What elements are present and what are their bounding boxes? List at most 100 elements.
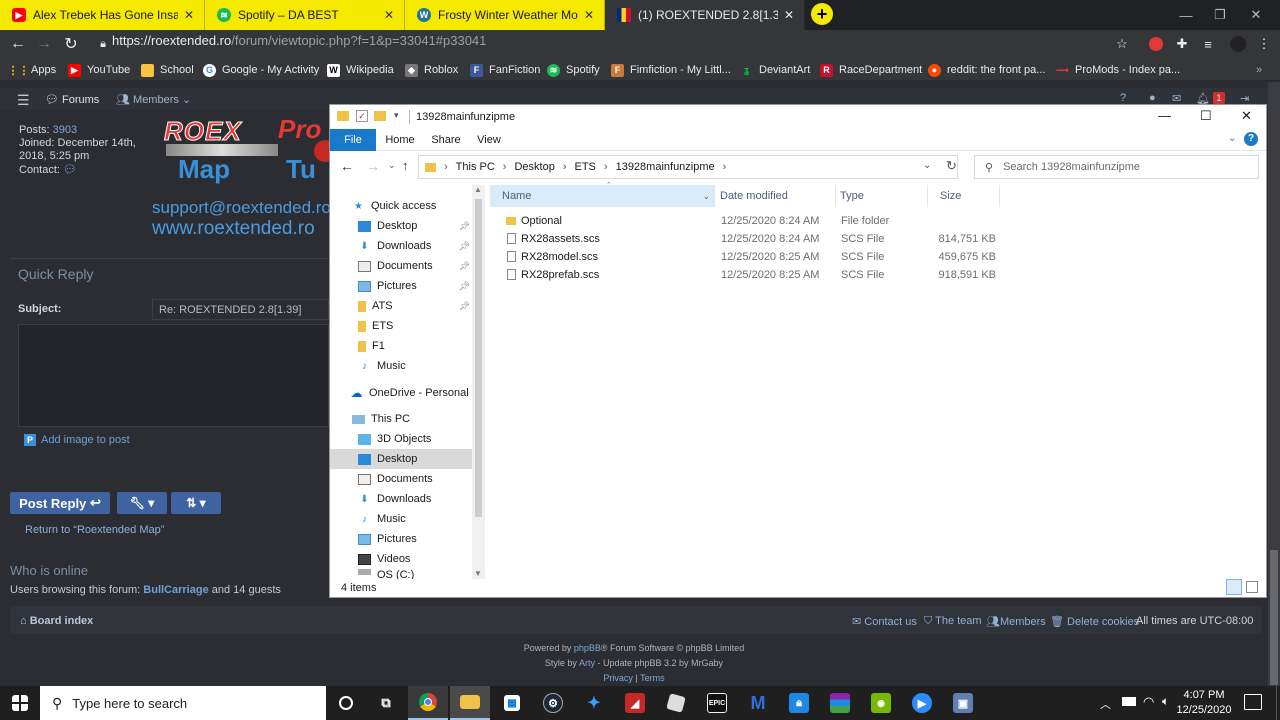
forums-nav[interactable]: 💬︎ Forums	[45, 93, 99, 106]
help-icon[interactable]: ?	[1244, 132, 1258, 146]
profile-avatar[interactable]	[1228, 34, 1248, 54]
bookmark-youtube[interactable]: ▶ YouTube	[68, 62, 130, 78]
nav-music[interactable]: ♪ Music	[330, 509, 472, 529]
browser-tab-youtube[interactable]: ▶ Alex Trebek Has Gone Insane: Tre ✕	[0, 0, 205, 30]
post-reply-button[interactable]: Post Reply ↩	[10, 492, 110, 514]
board-index-link[interactable]: ⌂ Board index	[20, 615, 93, 627]
taskbar-locker[interactable]: 🔒︎	[779, 686, 819, 720]
bookmark-google[interactable]: G Google - My Activity	[203, 62, 319, 78]
extensions-puzzle-icon[interactable]: ✚	[1172, 34, 1192, 54]
bookmark-school[interactable]: School	[141, 62, 194, 78]
bookmark-deviantart[interactable]: ʓ DeviantArt	[740, 62, 810, 78]
taskbar-chrome[interactable]	[408, 686, 448, 720]
nav-ets[interactable]: ETS	[330, 316, 472, 336]
nav-onedrive[interactable]: ☁ OneDrive - Personal	[330, 383, 472, 403]
column-header-date[interactable]: Date modified	[708, 185, 836, 207]
nav-downloads[interactable]: ⬇ Downloads	[330, 489, 472, 509]
delete-cookies-link[interactable]: 🗑︎ Delete cookies	[1050, 615, 1139, 628]
footer-members-link[interactable]: 👥︎Members	[986, 615, 1046, 628]
members-nav[interactable]: 👥︎ Members ⌄	[116, 93, 191, 106]
nav-videos[interactable]: Videos	[330, 549, 472, 569]
volume-icon[interactable]: 🔈︎	[1162, 694, 1169, 709]
start-button[interactable]	[0, 686, 40, 720]
ribbon-tab-view[interactable]: View	[470, 129, 508, 151]
nav-desktop-selected[interactable]: Desktop	[330, 449, 472, 469]
taskbar-zoom[interactable]: ▶	[902, 686, 942, 720]
nav-downloads-pinned[interactable]: ⬇ Downloads 📌︎	[330, 236, 472, 256]
nav-pane-scrollbar[interactable]: ▲ ▼	[472, 185, 485, 579]
new-folder-icon[interactable]	[374, 111, 386, 121]
arty-link[interactable]: Arty	[579, 658, 595, 668]
taskbar-roblox[interactable]	[656, 686, 696, 720]
contact-us-link[interactable]: ✉ Contact us	[852, 615, 917, 628]
nav-pictures[interactable]: Pictures	[330, 529, 472, 549]
close-icon[interactable]: ✕	[1241, 108, 1252, 124]
lock-icon[interactable]: 🔒︎	[92, 33, 114, 55]
bookmark-spotify[interactable]: ≋ Spotify	[547, 62, 600, 78]
column-header-name[interactable]: Name ⌄	[490, 185, 715, 207]
recent-locations-chevron-icon[interactable]: ⌄	[388, 160, 396, 171]
reload-icon[interactable]: ↻	[60, 33, 82, 55]
taskbar-app-monitor[interactable]: ▣	[943, 686, 983, 720]
nav-pictures-pinned[interactable]: Pictures 📌︎	[330, 276, 472, 296]
ribbon-tab-file[interactable]: File	[330, 129, 376, 151]
nav-f1[interactable]: F1	[330, 336, 472, 356]
bookmark-roblox[interactable]: ◆ Roblox	[405, 62, 458, 78]
minimize-icon[interactable]: —	[1170, 0, 1202, 30]
nav-this-pc[interactable]: This PC	[330, 409, 472, 429]
refresh-icon[interactable]: ↻	[946, 158, 957, 174]
taskbar-app-red[interactable]: ◢	[615, 686, 655, 720]
explorer-search-input[interactable]: ⚲ Search 13928mainfunzipme	[974, 155, 1259, 179]
file-row[interactable]: RX28assets.scs 12/25/2020 8:24 AM SCS Fi…	[490, 231, 1010, 249]
close-icon[interactable]: ✕	[184, 8, 194, 22]
browser-tab-roextended[interactable]: (1) ROEXTENDED 2.8[1.39] - Page ✕	[605, 0, 805, 30]
battery-icon[interactable]	[1122, 697, 1136, 706]
up-arrow-icon[interactable]: ↑	[402, 158, 409, 173]
bookmark-fanfiction[interactable]: F FanFiction	[470, 62, 540, 78]
column-header-type[interactable]: Type	[828, 185, 928, 207]
show-desktop-button[interactable]	[1276, 686, 1280, 720]
close-icon[interactable]: ✕	[784, 8, 794, 22]
tools-dropdown-button[interactable]: 🔧︎ ▾	[117, 492, 167, 514]
customize-toolbar-chevron-icon[interactable]: ▾	[394, 110, 399, 121]
help-icon[interactable]: ?	[1120, 92, 1126, 104]
address-history-chevron-icon[interactable]: ⌄	[923, 160, 931, 171]
hamburger-icon[interactable]: ☰	[17, 92, 30, 109]
file-row[interactable]: RX28model.scs 12/25/2020 8:25 AM SCS Fil…	[490, 249, 1010, 267]
media-queue-icon[interactable]: ≡	[1198, 34, 1218, 54]
scroll-down-icon[interactable]: ▼	[474, 569, 482, 578]
contact-bubble-icon[interactable]: 💬︎	[63, 164, 77, 176]
back-icon[interactable]: ←	[340, 158, 354, 174]
phpbb-link[interactable]: phpBB	[574, 643, 601, 653]
privacy-link[interactable]: Privacy	[603, 673, 633, 683]
file-row[interactable]: RX28prefab.scs 12/25/2020 8:25 AM SCS Fi…	[490, 267, 1010, 285]
tray-chevron-up-icon[interactable]: ︿	[1100, 696, 1111, 712]
wifi-icon[interactable]: ◠	[1143, 694, 1154, 710]
posts-value[interactable]: 3903	[53, 124, 77, 136]
browser-tab-spotify[interactable]: ≋ Spotify – DA BEST ✕	[205, 0, 405, 30]
column-header-size[interactable]: Size	[928, 185, 1000, 207]
taskbar-steam[interactable]: ⚙	[533, 686, 573, 720]
sort-dropdown-button[interactable]: ⇅ ▾	[171, 492, 221, 514]
page-scrollbar-thumb[interactable]	[1270, 550, 1278, 685]
menu-kebab-icon[interactable]: ⋮	[1254, 34, 1274, 54]
bookmark-apps[interactable]: ⋮⋮ Apps	[8, 62, 57, 78]
minimize-icon[interactable]: —	[1158, 108, 1171, 123]
nav-music-quick[interactable]: ♪ Music	[330, 356, 472, 376]
taskbar-app-blue[interactable]: ✦	[574, 686, 614, 720]
browser-tab-frosty[interactable]: W Frosty Winter Weather Mod v3.0 ✕	[405, 0, 605, 30]
properties-check-icon[interactable]: ✓	[356, 110, 368, 122]
close-icon[interactable]: ✕	[584, 8, 594, 22]
forward-icon[interactable]: →	[33, 33, 55, 55]
nav-desktop-pinned[interactable]: Desktop 📌︎	[330, 216, 472, 236]
nav-documents[interactable]: Documents	[330, 469, 472, 489]
taskbar-winrar[interactable]	[820, 686, 860, 720]
taskbar-clock[interactable]: 4:07 PM 12/25/2020	[1176, 688, 1232, 718]
ribbon-tab-home[interactable]: Home	[380, 129, 420, 151]
taskbar-file-explorer[interactable]	[450, 686, 490, 720]
nav-os-drive[interactable]: OS (C:)	[330, 569, 472, 579]
taskbar-malwarebytes[interactable]: M	[738, 686, 778, 720]
bookmark-racedepartment[interactable]: R RaceDepartment	[820, 62, 922, 78]
extension-shield-icon[interactable]	[1146, 34, 1166, 54]
window-close-icon[interactable]: ✕	[1240, 0, 1272, 30]
